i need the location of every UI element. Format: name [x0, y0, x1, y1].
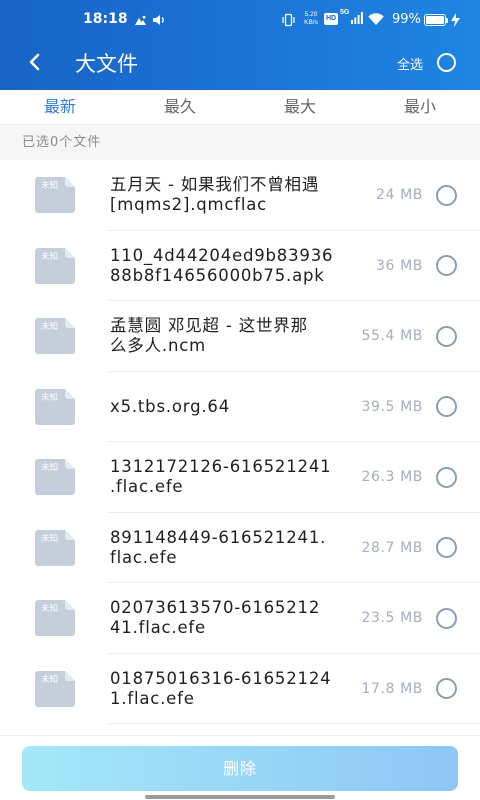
home-indicator[interactable]: [145, 795, 335, 799]
select-radio[interactable]: [436, 255, 457, 277]
selection-summary-bar: 已选0个文件: [0, 125, 480, 160]
file-name-line: x5.tbs.org.64: [110, 396, 230, 416]
file-type-label: 未知: [41, 674, 59, 685]
file-name-line: 孟慧圆 邓见超 - 这世界那: [110, 316, 308, 336]
file-name-line: 01875016316-61652124: [110, 668, 332, 688]
tab-smallest[interactable]: 最小: [360, 90, 480, 124]
file-type-label: 未知: [41, 181, 59, 191]
select-radio[interactable]: [436, 678, 457, 700]
file-row[interactable]: 未知 891148449-616521241. flac.efe 28.7 MB: [0, 512, 480, 583]
file-size: 23.5 MB: [361, 610, 423, 627]
file-row[interactable]: 未知 02073613570-6165212 41.flac.efe 23.5 MB: [0, 583, 480, 654]
file-row[interactable]: 未知 孟慧圆 邓见超 - 这世界那 么多人.ncm 55.4 MB: [0, 301, 480, 372]
file-name-line: 891148449-616521241.: [110, 527, 327, 547]
select-radio[interactable]: [436, 396, 457, 418]
divider: [108, 723, 480, 724]
chevron-left-icon[interactable]: [27, 53, 41, 71]
volume-icon: [153, 15, 164, 25]
file-size: 36 MB: [376, 257, 423, 274]
bottom-action-bar: 删除: [0, 735, 480, 800]
file-icon: 未知: [35, 529, 75, 566]
network-type: 5G: [340, 9, 350, 16]
select-radio[interactable]: [436, 325, 457, 347]
battery-tip: [446, 18, 448, 23]
selection-summary: 已选0个文件: [22, 135, 102, 150]
file-name-line: 1.flac.efe: [110, 688, 195, 708]
select-all-radio[interactable]: [437, 53, 456, 72]
tab-largest[interactable]: 最大: [240, 90, 360, 124]
file-row[interactable]: 未知 x5.tbs.org.64 39.5 MB: [0, 371, 480, 442]
network-speed-unit: KB/s: [304, 18, 318, 26]
file-name-line: .flac.efe: [110, 477, 184, 497]
file-name: x5.tbs.org.64: [110, 397, 230, 417]
select-radio[interactable]: [436, 184, 457, 206]
file-size: 17.8 MB: [361, 680, 423, 697]
battery-percent: 99%: [392, 12, 421, 27]
gallery-notification-icon: [135, 15, 146, 25]
file-icon: 未知: [35, 247, 75, 284]
select-radio[interactable]: [436, 466, 457, 488]
file-name-line: [mqms2].qmcflac: [110, 195, 268, 215]
file-name: 01875016316-61652124 1.flac.efe: [110, 669, 331, 709]
file-icon: 未知: [35, 459, 75, 495]
file-name: 891148449-616521241. flac.efe: [110, 528, 326, 568]
page-title: 大文件: [75, 52, 138, 76]
file-icon: 未知: [35, 177, 75, 213]
battery-icon: [424, 14, 446, 26]
network-speed-value: 5.20: [304, 11, 318, 18]
file-type-label: 未知: [41, 463, 59, 473]
signal-icon: [351, 12, 363, 24]
file-size: 39.5 MB: [361, 398, 423, 415]
file-row[interactable]: 未知 01875016316-61652124 1.flac.efe 17.8 MB: [0, 653, 480, 724]
tab-newest[interactable]: 最新: [0, 90, 120, 124]
file-icon: 未知: [35, 670, 75, 707]
tab-longest[interactable]: 最久: [120, 90, 240, 124]
wifi-icon: [368, 13, 384, 25]
select-radio[interactable]: [436, 607, 457, 629]
app-header: 18:18 5.20 KB/s HD 5G 99% 大文件 全选: [0, 0, 480, 90]
file-icon: 未知: [35, 388, 75, 425]
file-name: 五月天 - 如果我们不曾相遇 [mqms2].qmcflac: [110, 175, 319, 215]
file-name-line: 1312172126-616521241: [110, 457, 332, 477]
file-name: 110_4d44204ed9b83936 88b8f14656000b75.apk: [110, 246, 333, 286]
file-type-label: 未知: [41, 322, 59, 332]
file-name-line: 02073613570-6165212: [110, 598, 321, 618]
file-size: 28.7 MB: [361, 539, 423, 556]
file-type-label: 未知: [41, 604, 59, 614]
file-name: 1312172126-616521241 .flac.efe: [110, 457, 331, 497]
hd-badge: HD: [324, 13, 338, 25]
status-time: 18:18: [83, 11, 128, 27]
file-row[interactable]: 未知 110_4d44204ed9b83936 88b8f14656000b75.a…: [0, 230, 480, 301]
file-name-line: 五月天 - 如果我们不曾相遇: [110, 175, 320, 195]
network-speed: 5.20 KB/s: [300, 11, 322, 26]
file-type-label: 未知: [41, 392, 59, 403]
file-list: 未知 五月天 - 如果我们不曾相遇 [mqms2].qmcflac 24 MB 未知 11…: [0, 160, 480, 724]
file-name-line: 41.flac.efe: [110, 618, 206, 638]
file-size: 55.4 MB: [361, 328, 423, 345]
select-all-label[interactable]: 全选: [397, 54, 423, 73]
sort-tabs: 最新 最久 最大 最小: [0, 90, 480, 125]
file-icon: 未知: [35, 318, 75, 354]
file-row[interactable]: 未知 1312172126-616521241 .flac.efe 26.3 MB: [0, 442, 480, 513]
file-type-label: 未知: [41, 533, 59, 544]
file-name-line: flac.efe: [110, 547, 178, 567]
file-size: 24 MB: [376, 187, 423, 204]
delete-button[interactable]: 删除: [22, 746, 458, 791]
file-name: 孟慧圆 邓见超 - 这世界那 么多人.ncm: [110, 316, 308, 356]
file-name: 02073613570-6165212 41.flac.efe: [110, 598, 320, 638]
file-row[interactable]: 未知 五月天 - 如果我们不曾相遇 [mqms2].qmcflac 24 MB: [0, 160, 480, 231]
file-size: 26.3 MB: [361, 469, 423, 486]
file-name-line: 88b8f14656000b75.apk: [110, 265, 325, 285]
file-name-line: 么多人.ncm: [110, 336, 206, 356]
file-icon: 未知: [35, 600, 75, 636]
select-radio[interactable]: [436, 537, 457, 559]
battery-level-fill: [426, 16, 444, 24]
file-name-line: 110_4d44204ed9b83936: [110, 245, 334, 265]
file-type-label: 未知: [41, 251, 59, 262]
charging-icon: [451, 13, 460, 27]
vibrate-icon: [282, 13, 295, 27]
